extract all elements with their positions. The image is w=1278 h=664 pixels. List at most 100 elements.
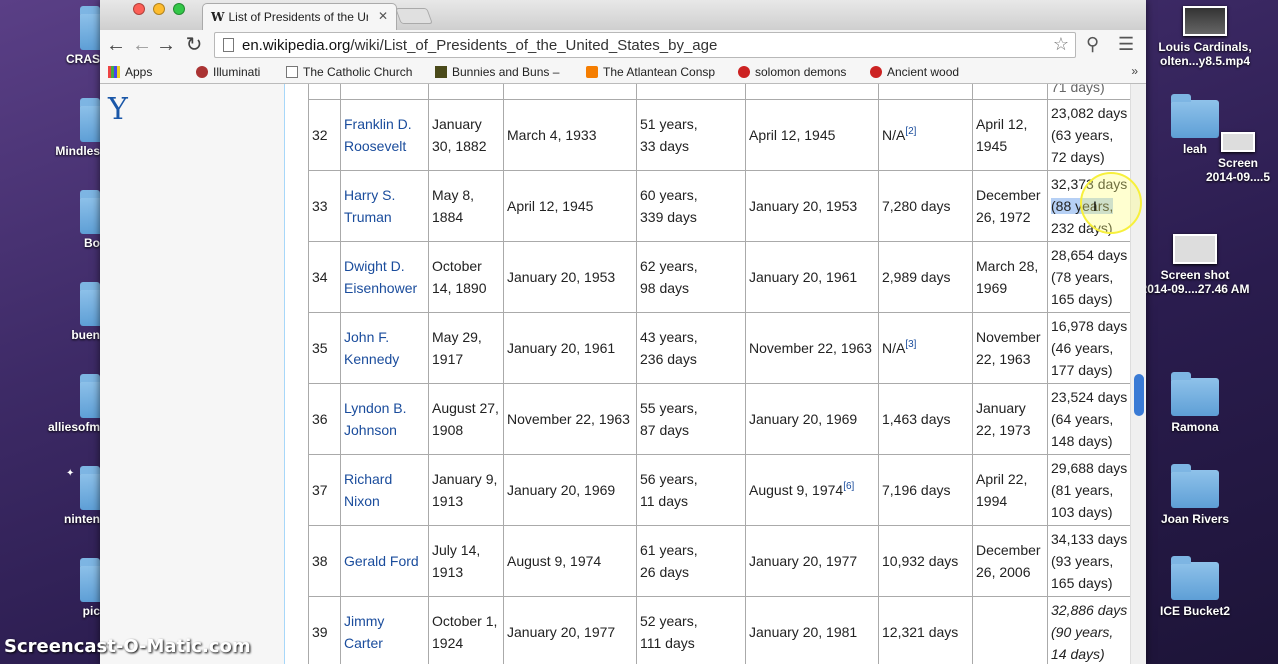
page-icon <box>223 38 234 52</box>
retirement-length: 10,932 days <box>882 553 959 569</box>
scrollbar-thumb[interactable] <box>1134 374 1144 416</box>
desktop-folder-ramona[interactable]: Ramona <box>1140 372 1250 434</box>
president-link[interactable]: Gerald Ford <box>344 553 419 569</box>
title-bar: W List of Presidents of the Ur ✕ <box>100 0 1146 30</box>
president-link[interactable]: Jimmy Carter <box>344 613 384 651</box>
lifespan-line: 165 days) <box>1051 291 1113 307</box>
president-number: 34 <box>312 269 328 285</box>
reference-link[interactable]: [3] <box>905 339 916 350</box>
president-name-line: Gerald Ford <box>344 553 419 569</box>
start-date-cell: August 9, 1974 <box>503 525 637 597</box>
cursor-highlight <box>1080 172 1142 234</box>
bookmark-apps[interactable]: Apps <box>108 65 152 79</box>
minimize-window-icon[interactable] <box>153 3 165 15</box>
death-date-cell: January 22, 1973 <box>972 383 1048 455</box>
desktop-label[interactable]: pic <box>83 604 100 618</box>
back-icon[interactable]: ← <box>104 33 128 57</box>
age-line: 11 days <box>640 493 688 509</box>
president-link[interactable]: Dwight D. Eisenhower <box>344 258 417 296</box>
desktop-file-screen[interactable]: Screen 2014-09....5 <box>1198 132 1278 184</box>
file-label: Screen shot <box>1160 268 1230 282</box>
president-link[interactable]: Harry S. Truman <box>344 187 395 225</box>
desktop-label[interactable]: buen <box>71 328 100 342</box>
more-bookmarks-icon[interactable]: » <box>1131 64 1138 78</box>
bookmark-solomon-demons[interactable]: solomon demons <box>738 65 846 79</box>
president-name-line: Richard <box>344 471 393 487</box>
age-line: 111 days <box>640 635 695 651</box>
desktop-file-louis[interactable]: Louis Cardinals, olten...y8.5.mp4 <box>1150 6 1260 68</box>
birth-date-line: August 27, <box>432 400 499 416</box>
retirement-cell: 2,989 days <box>878 241 973 313</box>
tab-wikipedia[interactable]: W List of Presidents of the Ur ✕ <box>202 3 397 30</box>
president-link[interactable]: John F. Kennedy <box>344 329 399 367</box>
age-at-start-cell: 62 years, 98 days <box>636 241 746 313</box>
desktop-label[interactable]: CRAS <box>66 52 100 66</box>
president-number: 32 <box>312 127 328 143</box>
reference-link[interactable]: [2] <box>905 126 916 137</box>
address-bar[interactable]: en.wikipedia.org/wiki/List_of_Presidents… <box>214 32 1076 58</box>
new-tab-button[interactable] <box>395 8 433 24</box>
lifespan-cell: 71 days) <box>1047 84 1132 100</box>
president-number: 39 <box>312 624 328 640</box>
table-row: 33 Harry S. Truman May 8, 1884 April 12, 1945… <box>308 170 1132 242</box>
desktop-folder-joan-rivers[interactable]: Joan Rivers <box>1140 464 1250 526</box>
president-name-cell: Gerald Ford <box>340 525 429 597</box>
close-tab-icon[interactable]: ✕ <box>378 9 388 23</box>
vertical-scrollbar[interactable] <box>1130 84 1146 664</box>
lifespan-line: 103 days) <box>1051 504 1113 520</box>
reference-link[interactable]: [6] <box>843 481 854 492</box>
death-date-line: 1994 <box>976 493 1008 509</box>
lifespan-line: 34,133 days <box>1051 531 1128 547</box>
bookmark-illuminati[interactable]: Illuminati <box>196 65 260 79</box>
president-name-line: Franklin D. <box>344 116 412 132</box>
presidents-table: 71 days) 32 Franklin D. Roosevelt January 30… <box>308 84 1132 664</box>
president-name-line: Kennedy <box>344 351 400 367</box>
desktop-label[interactable]: Bo <box>84 236 100 250</box>
desktop-file-screen-shot[interactable]: Screen shot 2014-09....27.46 AM <box>1140 234 1250 296</box>
age-at-start-cell: 52 years, 111 days <box>636 596 746 664</box>
start-date-cell: November 22, 1963 <box>503 383 637 455</box>
desktop-label[interactable]: alliesofm <box>48 420 100 434</box>
end-date: November 22, 1963 <box>749 340 872 356</box>
birth-date-cell: October 14, 1890 <box>428 241 504 313</box>
death-date-cell: December 26, 2006 <box>972 525 1048 597</box>
bookmark-catholic-church[interactable]: The Catholic Church <box>286 65 412 79</box>
start-date-cell: April 12, 1945 <box>503 170 637 242</box>
menu-icon[interactable]: ☰ <box>1118 34 1134 55</box>
lifespan-line: (78 years, <box>1051 269 1114 285</box>
bookmark-star-icon[interactable]: ☆ <box>1053 34 1069 55</box>
lifespan-line: (81 years, <box>1051 482 1114 498</box>
retirement-length: N/A <box>882 340 906 356</box>
president-number: 35 <box>312 340 328 356</box>
search-icon[interactable]: ⚲ <box>1086 34 1099 55</box>
zoom-window-icon[interactable] <box>173 3 185 15</box>
president-number-cell: 34 <box>308 241 341 313</box>
death-date-line: April 12, <box>976 116 1028 132</box>
desktop-label[interactable]: ninten <box>64 512 100 526</box>
end-date: January 20, 1953 <box>749 198 858 214</box>
forward-icon[interactable]: → <box>154 33 178 57</box>
url-path: /wiki/List_of_Presidents_of_the_United_S… <box>350 37 718 54</box>
president-link[interactable]: Richard Nixon <box>344 471 392 509</box>
folder-icon <box>1171 372 1219 416</box>
wikipedia-logo-fragment[interactable]: Y <box>108 92 128 127</box>
bookmark-bunnies-and-buns[interactable]: Bunnies and Buns – <box>435 65 559 79</box>
reload-icon[interactable]: ↻ <box>182 33 206 57</box>
retirement-cell: N/A[2] <box>878 99 973 171</box>
desktop-label[interactable]: Mindles <box>55 144 100 158</box>
eye-icon <box>196 66 208 78</box>
bookmark-atlantean[interactable]: The Atlantean Consp <box>586 65 715 79</box>
bookmark-ancient-wood[interactable]: Ancient wood <box>870 65 959 79</box>
president-link[interactable]: Lyndon B. Johnson <box>344 400 407 438</box>
bookmarks-bar: Apps Illuminati The Catholic Church Bunn… <box>100 60 1146 84</box>
watermark: Screencast-O-Matic.com <box>4 636 251 657</box>
file-label: 2014-09....5 <box>1205 170 1271 184</box>
back-button-arrow-icon[interactable]: ← <box>130 33 154 57</box>
president-link[interactable]: Franklin D. Roosevelt <box>344 116 412 154</box>
president-number: 38 <box>312 553 328 569</box>
table-row: 32 Franklin D. Roosevelt January 30, 1882 Mar… <box>308 99 1132 171</box>
desktop-folder-ice-bucket2[interactable]: ICE Bucket2 <box>1140 556 1250 618</box>
table-row: 34 Dwight D. Eisenhower October 14, 1890 Janu… <box>308 241 1132 313</box>
death-date-cell: April 12, 1945 <box>972 99 1048 171</box>
close-window-icon[interactable] <box>133 3 145 15</box>
